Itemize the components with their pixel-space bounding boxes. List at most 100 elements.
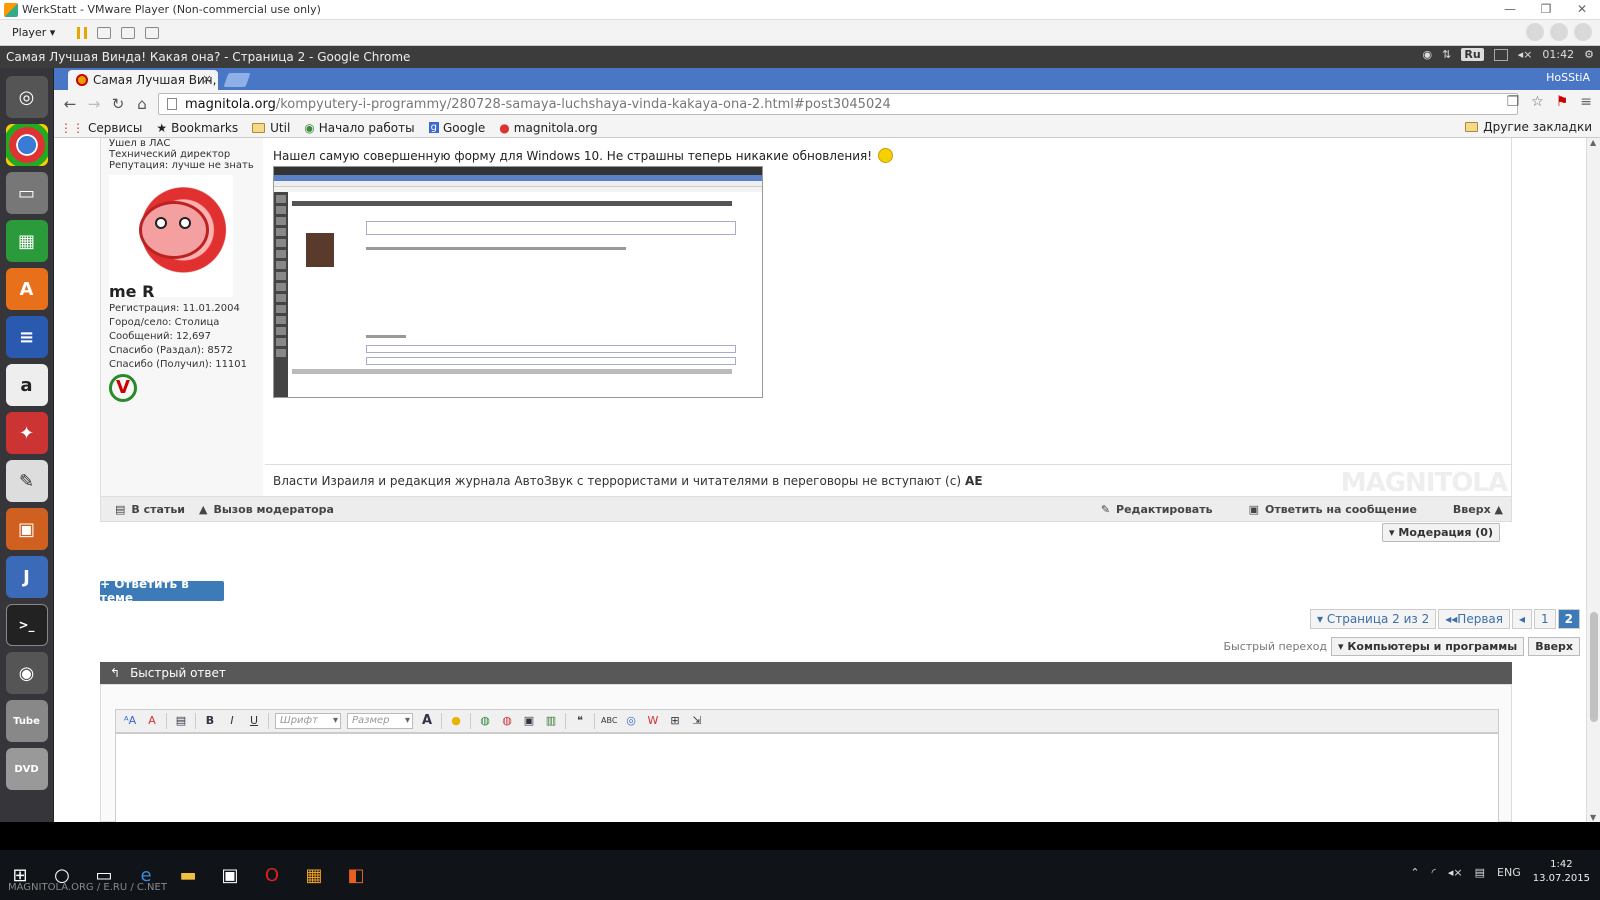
- address-bar[interactable]: magnitola.org /kompyutery-i-programmy/28…: [158, 93, 1518, 115]
- bookmark-bookmarks[interactable]: ★ Bookmarks: [156, 121, 238, 135]
- minimize-icon[interactable]: —: [1492, 0, 1528, 20]
- call-moderator-button[interactable]: ▲ Вызов модератора: [199, 503, 334, 516]
- bookmark-start[interactable]: ◉ Начало работы: [304, 121, 414, 135]
- other-bookmarks[interactable]: Другие закладки: [1465, 120, 1592, 134]
- scroll-thumb[interactable]: [1590, 612, 1598, 722]
- text-editor-icon[interactable]: ✎: [5, 460, 48, 502]
- tab-active[interactable]: Самая Лучшая Вин, ×: [68, 70, 218, 90]
- device-icon[interactable]: [1574, 23, 1592, 41]
- chrome-menu-icon[interactable]: ≡: [1580, 94, 1592, 110]
- home-icon[interactable]: ⌂: [130, 95, 154, 113]
- insert-link-icon[interactable]: ◍: [477, 713, 493, 729]
- flag-extension-icon[interactable]: ⚑: [1556, 94, 1569, 110]
- unity-icon[interactable]: [145, 26, 160, 39]
- guest-clock[interactable]: 01:42: [1542, 48, 1574, 61]
- keyboard-layout-indicator[interactable]: Ru: [1461, 48, 1484, 61]
- wiki-icon[interactable]: W: [645, 713, 661, 729]
- reply-in-thread-button[interactable]: + Ответить в теме: [100, 577, 224, 605]
- restore-icon[interactable]: ❐: [1528, 0, 1564, 20]
- size-select[interactable]: Размер: [347, 713, 413, 729]
- attached-screenshot[interactable]: [273, 166, 763, 398]
- prev-page-button[interactable]: ◂: [1511, 609, 1532, 629]
- scroll-up-icon[interactable]: ▲: [1590, 138, 1596, 147]
- fullscreen-icon[interactable]: [121, 26, 136, 39]
- device-icon[interactable]: [1526, 23, 1544, 41]
- bold-button[interactable]: B: [202, 713, 218, 729]
- settings-gear-icon[interactable]: ⚙: [1584, 48, 1594, 61]
- chrome-launcher-icon[interactable]: [5, 124, 48, 166]
- underline-button[interactable]: U: [246, 713, 262, 729]
- reload-icon[interactable]: ↻: [106, 95, 130, 113]
- back-icon[interactable]: ←: [58, 95, 82, 113]
- smilies-icon[interactable]: ●: [448, 713, 464, 729]
- tray-chevron-icon[interactable]: ⌃: [1410, 866, 1419, 879]
- font-color-button[interactable]: A: [419, 713, 435, 729]
- explorer-icon[interactable]: ▬: [168, 855, 208, 895]
- files-launcher-icon[interactable]: ▭: [5, 172, 48, 214]
- presentation-launcher-icon[interactable]: ▣: [5, 508, 48, 550]
- jump-top-button[interactable]: Вверх: [1528, 637, 1580, 656]
- page-scrollbar[interactable]: ▲ ▼: [1586, 138, 1600, 822]
- writer-launcher-icon[interactable]: ≡: [5, 316, 48, 358]
- network-icon[interactable]: ⇅: [1442, 48, 1451, 61]
- notifications-icon[interactable]: ▤: [1475, 866, 1485, 879]
- page-count-dropdown[interactable]: ▾ Страница 2 из 2: [1310, 609, 1437, 629]
- resize-editor-icon[interactable]: ⇲: [689, 713, 705, 729]
- chrome-tray-icon[interactable]: ◉: [1423, 48, 1433, 61]
- vmware-task-icon[interactable]: ▦: [294, 855, 334, 895]
- host-clock[interactable]: 1:42 13.07.2015: [1533, 858, 1590, 886]
- quote-icon[interactable]: ❝: [572, 713, 588, 729]
- tab-close-icon[interactable]: ×: [202, 72, 212, 86]
- font-select[interactable]: Шрифт: [275, 713, 341, 729]
- mail-icon[interactable]: [1493, 48, 1508, 61]
- page-info-icon[interactable]: [167, 98, 177, 110]
- spellcheck-icon[interactable]: ABC: [601, 713, 617, 729]
- system-settings-icon[interactable]: ✦: [5, 412, 48, 454]
- bookmark-apps[interactable]: ⋮⋮ Сервисы: [60, 121, 142, 135]
- input-language[interactable]: ENG: [1497, 866, 1521, 879]
- switch-mode-icon[interactable]: A: [144, 713, 160, 729]
- italic-button[interactable]: I: [224, 713, 240, 729]
- app-task-icon[interactable]: ◧: [336, 855, 376, 895]
- translate-icon[interactable]: ◎: [623, 713, 639, 729]
- first-page-button[interactable]: ◂◂Первая: [1438, 609, 1510, 629]
- speaker-mute-icon[interactable]: ◂×: [1448, 866, 1463, 879]
- dash-home-icon[interactable]: ◎: [5, 76, 48, 118]
- to-articles-button[interactable]: ▤ В статьи: [115, 503, 185, 516]
- bookmark-google[interactable]: g Google: [428, 121, 485, 135]
- quick-reply-header[interactable]: ↰ Быстрый ответ: [100, 662, 1512, 684]
- player-menu-button[interactable]: Player ▾: [8, 24, 59, 41]
- quick-reply-textarea[interactable]: [115, 733, 1499, 822]
- unlink-icon[interactable]: ◍: [499, 713, 515, 729]
- bookmark-magnitola[interactable]: ● magnitola.org: [499, 121, 597, 135]
- software-center-icon[interactable]: A: [5, 268, 48, 310]
- expand-editor-icon[interactable]: ⊞: [667, 713, 683, 729]
- spreadsheet-launcher-icon[interactable]: ▦: [5, 220, 48, 262]
- profile-name[interactable]: HoSStiA: [1546, 71, 1590, 84]
- edit-button[interactable]: ✎ Редактировать: [1101, 503, 1213, 516]
- terminal-icon[interactable]: >_: [5, 604, 48, 646]
- pause-icon[interactable]: [77, 26, 88, 39]
- new-tab-button[interactable]: [223, 73, 251, 87]
- volume-icon[interactable]: ◂×: [1518, 48, 1533, 61]
- dvd-icon[interactable]: DVD: [5, 748, 48, 790]
- send-ctrl-alt-del-icon[interactable]: [97, 26, 112, 39]
- bookmark-util[interactable]: Util: [252, 121, 290, 135]
- remove-format-icon[interactable]: ᴬA: [122, 713, 138, 729]
- top-button[interactable]: Вверх ▲: [1453, 503, 1503, 516]
- webcam-icon[interactable]: ◉: [5, 652, 48, 694]
- forward-icon[interactable]: →: [82, 95, 106, 113]
- java-ide-icon[interactable]: J: [5, 556, 48, 598]
- reply-to-message-button[interactable]: ▣ Ответить на сообщение: [1249, 503, 1417, 516]
- device-icon[interactable]: [1550, 23, 1568, 41]
- reader-icon[interactable]: ❐: [1507, 94, 1520, 110]
- bookmark-star-icon[interactable]: ☆: [1531, 94, 1544, 110]
- youtube-tool-icon[interactable]: Tube: [5, 700, 48, 742]
- wifi-icon[interactable]: ◜: [1432, 866, 1436, 879]
- store-icon[interactable]: ▣: [210, 855, 250, 895]
- forum-jump-dropdown[interactable]: ▾ Компьютеры и программы: [1331, 637, 1525, 656]
- insert-image-icon[interactable]: ▣: [521, 713, 537, 729]
- moderation-button[interactable]: ▾ Модерация (0): [1382, 523, 1500, 542]
- paste-icon[interactable]: ▤: [173, 713, 189, 729]
- scroll-down-icon[interactable]: ▼: [1590, 813, 1596, 822]
